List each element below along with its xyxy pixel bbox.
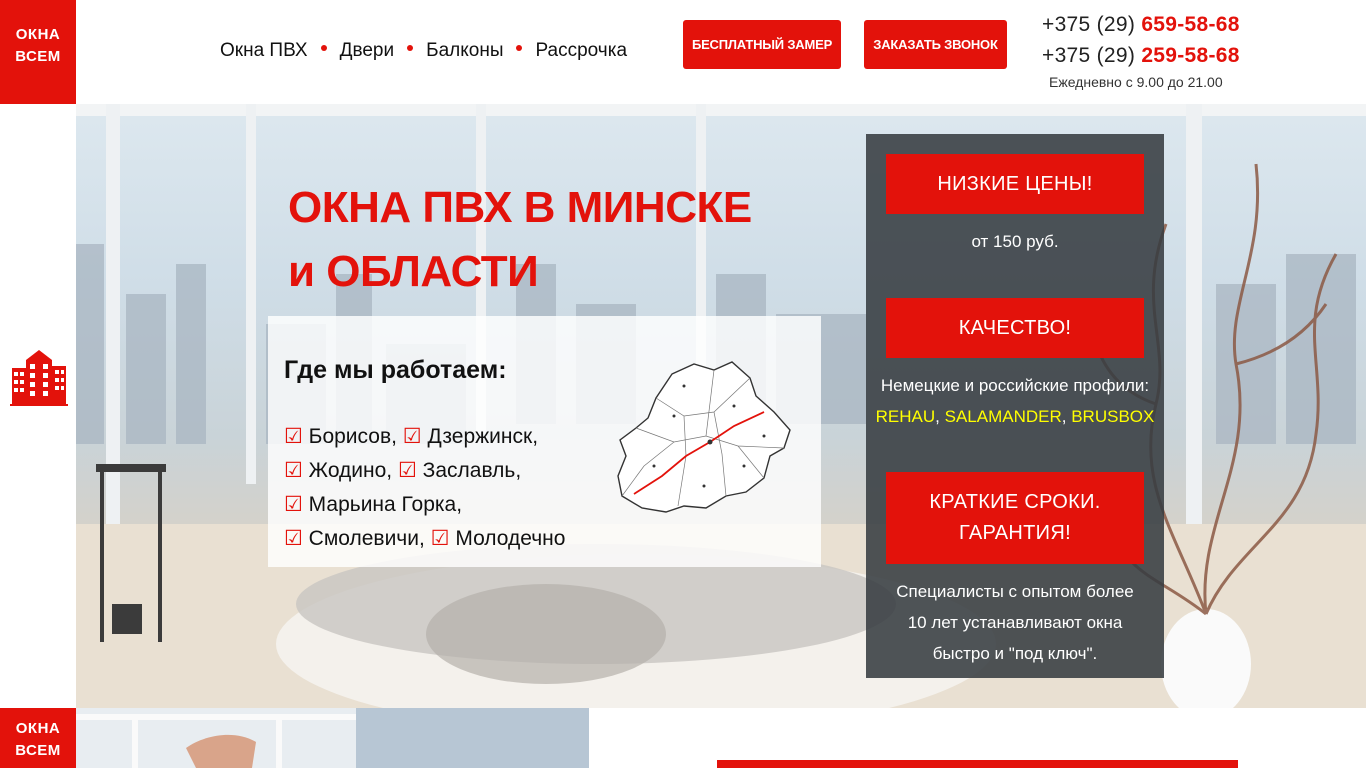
- logo-bottom[interactable]: ОКНА ВСЕМ: [0, 708, 76, 768]
- quality-button[interactable]: КАЧЕСТВО!: [886, 298, 1144, 358]
- order-call-button[interactable]: ЗАКАЗАТЬ ЗВОНОК: [864, 20, 1007, 69]
- brand-list: REHAU, SALAMANDER, BRUSBOX: [866, 401, 1164, 432]
- phone-1[interactable]: +375 (29) 659-58-68: [1042, 13, 1240, 37]
- main-nav: Окна ПВХ Двери Балконы Рассрочка: [220, 40, 627, 62]
- checkbox-icon: ☑: [284, 493, 303, 516]
- hero-title: ОКНА ПВХ В МИНСКЕ и ОБЛАСТИ: [288, 176, 752, 304]
- checkbox-icon: ☑: [397, 459, 417, 482]
- brand-separator: ,: [1061, 407, 1067, 426]
- terms-line2: ГАРАНТИЯ!: [959, 522, 1071, 544]
- service-area-title: Где мы работаем:: [284, 356, 507, 384]
- building-icon: [10, 350, 68, 406]
- logo[interactable]: ОКНА ВСЕМ: [0, 0, 76, 104]
- nav-separator: [407, 45, 414, 51]
- low-prices-button[interactable]: НИЗКИЕ ЦЕНЫ!: [886, 154, 1144, 214]
- terms-line1: КРАТКИЕ СРОКИ.: [929, 491, 1101, 513]
- window-install-photo: [76, 708, 589, 768]
- terms-text-2: 10 лет устанавливают окна: [907, 613, 1123, 632]
- nav-separator: [516, 45, 523, 51]
- terms-text-3: быстро и "под ключ".: [932, 644, 1098, 663]
- brand-salamander: SALAMANDER: [944, 407, 1062, 426]
- checkbox-icon: ☑: [284, 459, 303, 482]
- phone-2[interactable]: +375 (29) 259-58-68: [1042, 44, 1240, 68]
- city-marina-gorka: Марьина Горка,: [308, 493, 463, 516]
- city-molodechno: Молодечно: [455, 527, 566, 550]
- phone-1-number: 659-58-68: [1141, 13, 1240, 36]
- logo-line1: ОКНА: [15, 720, 61, 737]
- city-zhodino: Жодино,: [308, 459, 393, 482]
- bottom-red-bar: [717, 760, 1238, 768]
- checkbox-icon: ☑: [402, 425, 422, 448]
- logo-line1: ОКНА: [15, 26, 61, 43]
- hero-title-line2: и ОБЛАСТИ: [288, 247, 539, 296]
- site-header: ОКНА ВСЕМ Окна ПВХ Двери Балконы Рассроч…: [0, 0, 1366, 104]
- checkbox-icon: ☑: [284, 527, 303, 550]
- logo-line2: ВСЕМ: [15, 742, 61, 759]
- city-dzerzhinsk: Дзержинск,: [427, 425, 539, 448]
- belarus-map-icon: [617, 361, 791, 513]
- checkbox-icon: ☑: [430, 527, 450, 550]
- nav-separator: [320, 45, 327, 51]
- city-row: ☑ Смолевичи, ☑ Молодечно: [284, 522, 565, 556]
- working-hours: Ежедневно с 9.00 до 21.00: [1049, 74, 1223, 90]
- nav-item-installments[interactable]: Рассрочка: [535, 40, 627, 62]
- city-row: ☑ Марьина Горка,: [284, 488, 565, 522]
- city-borisov: Борисов,: [308, 425, 397, 448]
- nav-item-balconies[interactable]: Балконы: [426, 40, 503, 62]
- city-zaslavl: Заславль,: [422, 459, 522, 482]
- city-row: ☑ Жодино, ☑ Заславль,: [284, 454, 565, 488]
- phone-2-prefix: +375 (29): [1042, 44, 1136, 67]
- brand-separator: ,: [935, 407, 940, 426]
- brand-rehau: REHAU: [875, 407, 936, 426]
- free-measure-button[interactable]: БЕСПЛАТНЫЙ ЗАМЕР: [683, 20, 841, 69]
- hero-section: ОКНА ПВХ В МИНСКЕ и ОБЛАСТИ Где мы работ…: [76, 104, 1366, 708]
- terms-text-1: Специалисты с опытом более: [896, 582, 1134, 601]
- city-list: ☑ Борисов, ☑ Дзержинск, ☑ Жодино, ☑ Засл…: [284, 420, 565, 556]
- terms-warranty-button[interactable]: КРАТКИЕ СРОКИ. ГАРАНТИЯ!: [886, 472, 1144, 564]
- city-smolevichi: Смолевичи,: [308, 527, 425, 550]
- phone-1-prefix: +375 (29): [1042, 13, 1136, 36]
- price-text: от 150 руб.: [971, 232, 1059, 251]
- checkbox-icon: ☑: [284, 425, 303, 448]
- service-area-box: Где мы работаем: ☑ Борисов, ☑ Дзержинск,…: [268, 316, 821, 567]
- phone-2-number: 259-58-68: [1141, 44, 1240, 67]
- features-panel: НИЗКИЕ ЦЕНЫ! от 150 руб. КАЧЕСТВО! Немец…: [866, 134, 1164, 678]
- logo-line2: ВСЕМ: [15, 48, 61, 65]
- nav-item-windows[interactable]: Окна ПВХ: [220, 40, 308, 62]
- city-row: ☑ Борисов, ☑ Дзержинск,: [284, 420, 565, 454]
- hero-title-line1: ОКНА ПВХ В МИНСКЕ: [288, 183, 752, 232]
- quality-text: Немецкие и российские профили:: [880, 376, 1150, 395]
- nav-item-doors[interactable]: Двери: [340, 40, 395, 62]
- brand-brusbox: BRUSBOX: [1071, 407, 1155, 426]
